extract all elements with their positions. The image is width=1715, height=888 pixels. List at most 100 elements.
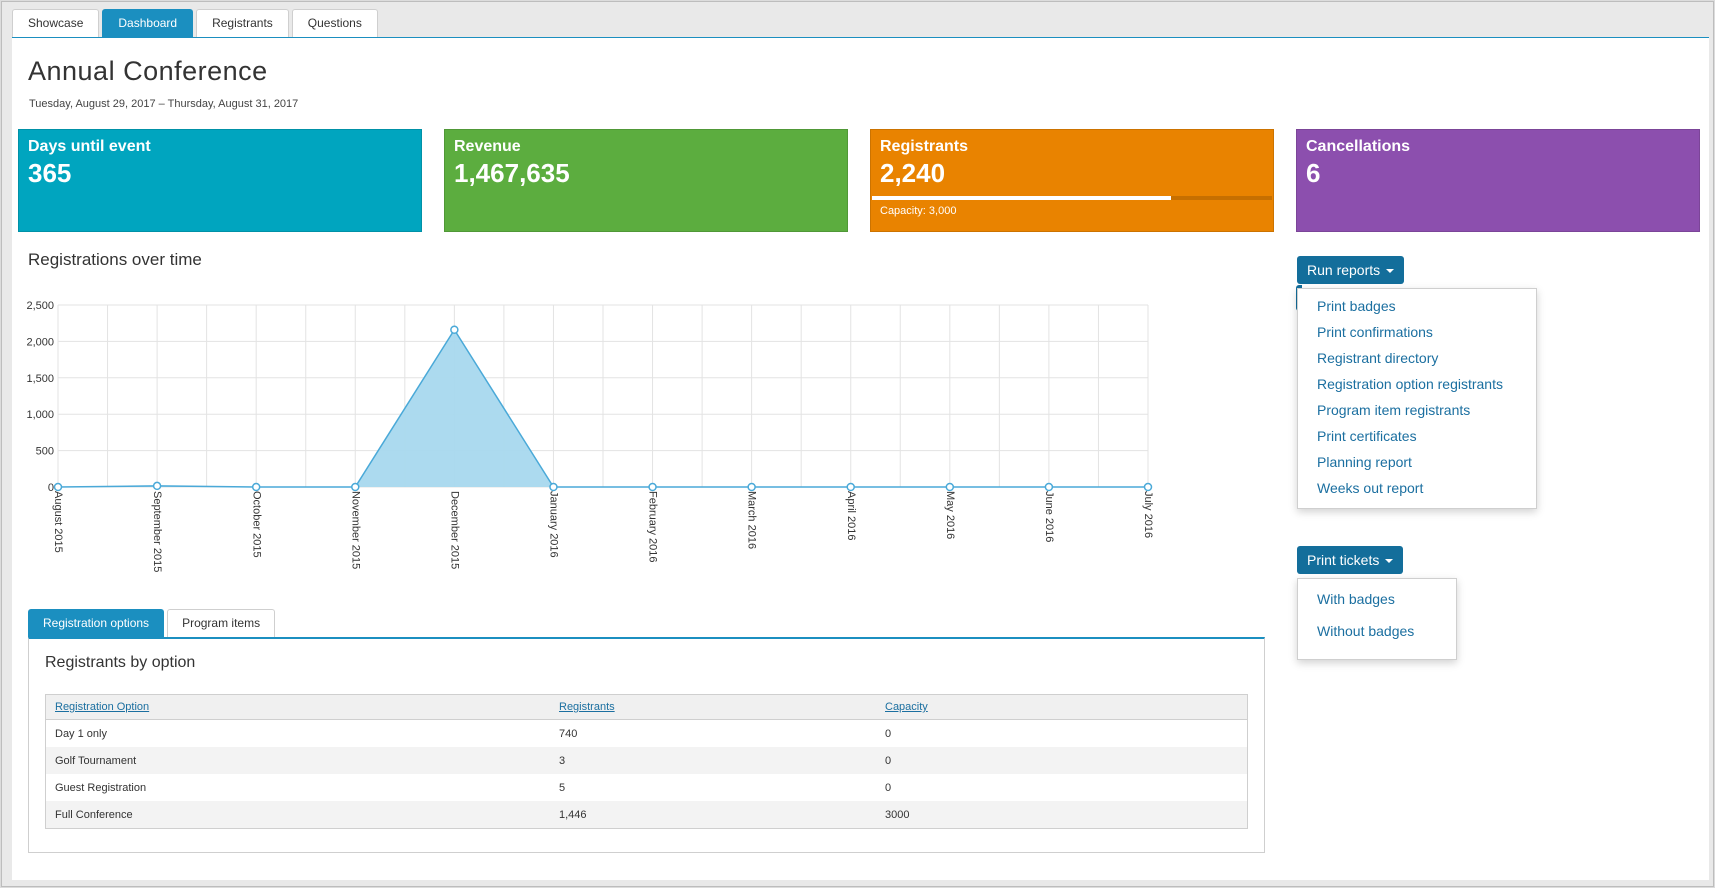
capacity-progress-fill	[872, 196, 1171, 200]
registration-options-panel: Registrants by option Registration Optio…	[28, 637, 1265, 853]
page-title: Annual Conference	[28, 56, 268, 86]
registrants-table: Registration Option Registrants Capacity…	[45, 694, 1248, 829]
data-point	[846, 482, 855, 492]
x-tick-label: June 2016	[1043, 491, 1055, 542]
dashboard-content: Annual Conference Tuesday, August 29, 20…	[12, 37, 1709, 880]
table-row: Full Conference 1,446 3000	[45, 801, 1248, 829]
menu-item-print-certificates[interactable]: Print certificates	[1298, 423, 1536, 449]
bottom-tab-bar: Registration options Program items	[28, 609, 276, 637]
capacity-text: Capacity: 3,000	[880, 205, 957, 217]
tab-questions[interactable]: Questions	[291, 9, 378, 37]
data-point	[648, 482, 657, 492]
revenue-card: Revenue 1,467,635	[444, 129, 848, 232]
card-label: Days until event	[28, 138, 151, 155]
data-point	[53, 482, 63, 492]
data-point	[747, 482, 756, 492]
sort-link-option[interactable]: Registration Option	[55, 701, 149, 713]
cell-option: Guest Registration	[55, 781, 147, 794]
panel-title: Registrants by option	[45, 654, 196, 671]
x-tick-label: February 2016	[647, 491, 659, 563]
tab-registration-options[interactable]: Registration options	[28, 609, 165, 637]
menu-item-program-item-registrants[interactable]: Program item registrants	[1298, 397, 1536, 423]
cell-registrants: 3	[550, 747, 876, 774]
menu-item-print-confirmations[interactable]: Print confirmations	[1298, 319, 1536, 345]
card-value: 6	[1306, 158, 1321, 188]
run-reports-menu: Print badges Print confirmations Registr…	[1297, 288, 1537, 509]
registrants-card: Registrants 2,240 Capacity: 3,000	[870, 129, 1274, 232]
tab-dashboard[interactable]: Dashboard	[102, 9, 194, 37]
chart-title: Registrations over time	[28, 250, 202, 269]
cell-option: Day 1 only	[55, 727, 107, 740]
data-point	[1143, 482, 1153, 492]
table-row: Day 1 only 740 0	[46, 720, 1248, 748]
x-tick-label: October 2015	[250, 491, 262, 558]
caret-down-icon	[1385, 559, 1394, 564]
y-tick-label: 2,000	[26, 336, 54, 348]
data-point	[945, 482, 955, 492]
run-reports-button[interactable]: Run reports	[1297, 256, 1405, 284]
print-tickets-button[interactable]: Print tickets	[1297, 546, 1404, 574]
data-point	[351, 482, 360, 492]
sort-link-registrants[interactable]: Registrants	[559, 701, 615, 713]
menu-item-print-badges[interactable]: Print badges	[1298, 293, 1536, 319]
x-tick-label: September 2015	[151, 491, 163, 572]
menu-item-with-badges[interactable]: With badges	[1298, 583, 1456, 615]
x-tick-label: November 2015	[349, 491, 361, 569]
menu-item-registration-option-registrants[interactable]: Registration option registrants	[1298, 371, 1536, 397]
top-tab-bar: Showcase Dashboard Registrants Questions	[12, 9, 378, 38]
data-point	[152, 481, 162, 491]
cell-option: Golf Tournament	[45, 747, 550, 774]
card-value: 1,467,635	[454, 158, 570, 188]
column-header-capacity: Capacity	[876, 694, 1248, 720]
event-dates: Tuesday, August 29, 2017 – Thursday, Aug…	[29, 98, 299, 110]
caret-down-icon	[1386, 269, 1395, 274]
x-tick-label: March 2016	[746, 491, 758, 549]
print-tickets-menu: With badges Without badges	[1297, 578, 1457, 660]
tab-program-items[interactable]: Program items	[167, 609, 276, 637]
menu-item-planning-report[interactable]: Planning report	[1298, 449, 1536, 475]
cell-capacity: 0	[885, 781, 892, 794]
cell-option: Full Conference	[45, 801, 550, 829]
x-tick-label: May 2016	[944, 491, 956, 539]
column-header-registrants: Registrants	[550, 694, 876, 720]
card-label: Revenue	[454, 138, 521, 155]
card-value: 2,240	[880, 158, 946, 188]
y-tick-label: 1,000	[26, 409, 54, 421]
data-point	[450, 325, 459, 335]
cell-capacity: 3000	[876, 801, 1248, 829]
x-tick-label: April 2016	[845, 491, 857, 541]
table-row: Guest Registration 5 0	[46, 774, 1248, 801]
cancellations-card: Cancellations 6	[1296, 129, 1700, 232]
menu-item-weeks-out-report[interactable]: Weeks out report	[1298, 475, 1536, 501]
print-tickets-label: Print tickets	[1307, 552, 1380, 568]
x-tick-label: August 2015	[52, 491, 64, 553]
sort-link-capacity[interactable]: Capacity	[885, 701, 928, 713]
run-reports-label: Run reports	[1307, 262, 1381, 278]
y-tick-label: 500	[36, 446, 54, 458]
tab-showcase[interactable]: Showcase	[12, 9, 100, 37]
cell-capacity: 0	[885, 727, 892, 740]
card-value: 365	[28, 158, 72, 188]
cell-capacity: 0	[876, 747, 1248, 774]
registrations-chart: 05001,0001,5002,0002,500August 2015 Septe…	[26, 300, 1154, 572]
cell-registrants: 740	[559, 727, 578, 740]
cell-registrants: 5	[559, 781, 566, 794]
app-window: Showcase Dashboard Registrants Questions…	[1, 1, 1714, 887]
x-tick-label: December 2015	[448, 491, 460, 569]
x-tick-label: January 2016	[548, 491, 560, 558]
column-header-option: Registration Option	[45, 694, 550, 720]
table-row: Golf Tournament 3 0	[45, 747, 1248, 774]
capacity-progress-bar	[872, 196, 1272, 200]
menu-item-without-badges[interactable]: Without badges	[1298, 615, 1456, 647]
data-point	[1044, 482, 1054, 492]
x-tick-label: July 2016	[1142, 491, 1154, 538]
card-label: Registrants	[880, 138, 969, 155]
y-tick-label: 1,500	[26, 373, 54, 385]
tab-registrants[interactable]: Registrants	[196, 9, 289, 37]
menu-item-registrant-directory[interactable]: Registrant directory	[1298, 345, 1536, 371]
data-point	[251, 482, 261, 492]
data-point	[549, 482, 558, 492]
card-label: Cancellations	[1306, 138, 1411, 155]
days-until-event-card: Days until event 365	[18, 129, 422, 232]
y-tick-label: 2,500	[26, 300, 54, 312]
